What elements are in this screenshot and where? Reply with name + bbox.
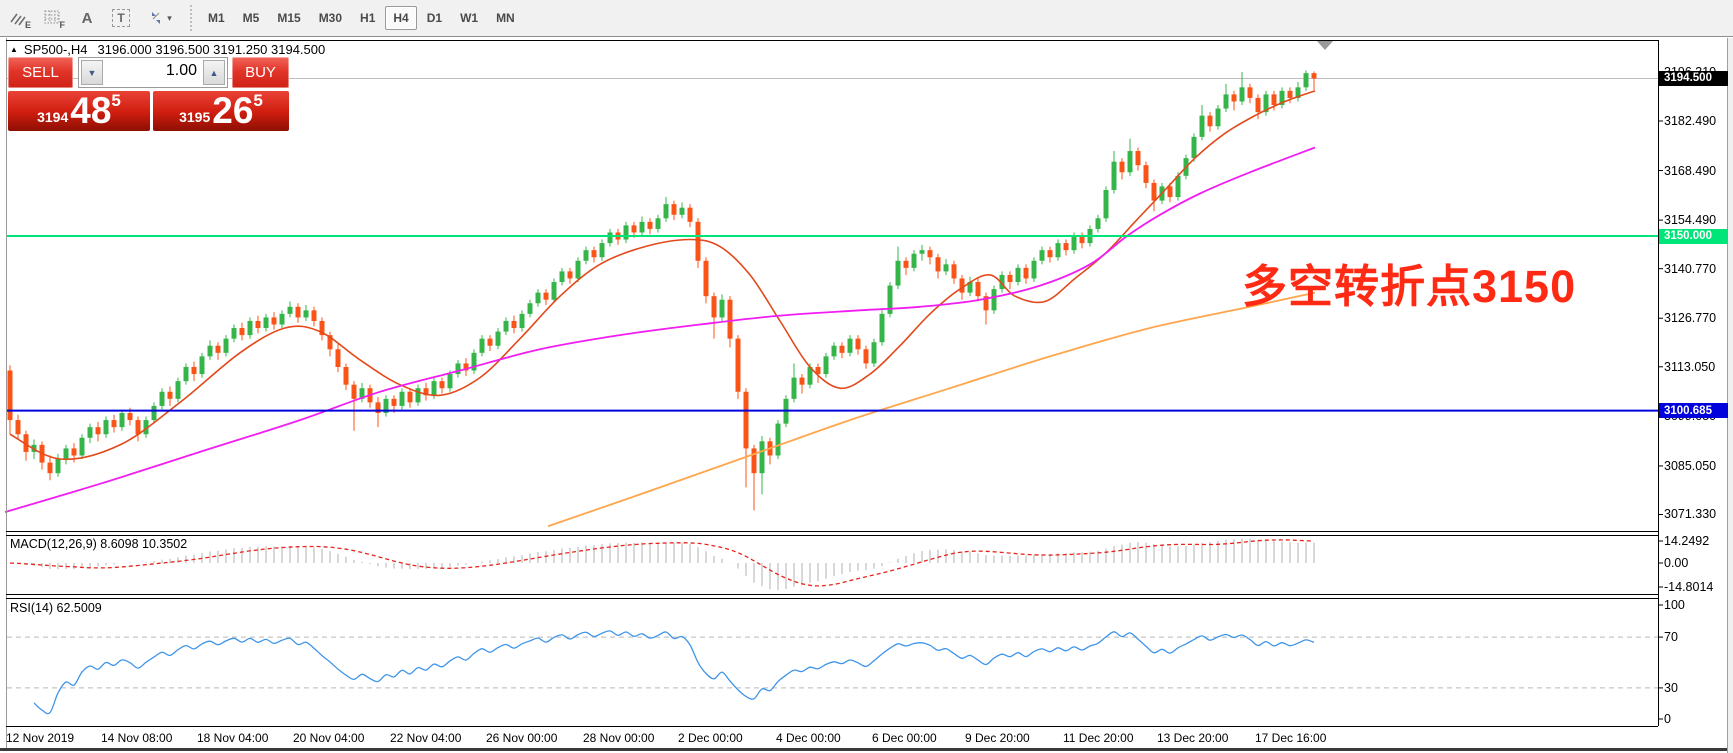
ma-fast-line xyxy=(10,91,1315,459)
window-left-edge xyxy=(6,38,7,748)
ohlc-values: 3196.000 3196.500 3191.250 3194.500 xyxy=(98,42,326,57)
timeframe-button-h4[interactable]: H4 xyxy=(385,6,416,30)
right-edge-strip xyxy=(1727,38,1733,753)
time-tick-label: 22 Nov 04:00 xyxy=(390,731,461,745)
timeframe-button-mn[interactable]: MN xyxy=(488,6,523,30)
rsi-top-border xyxy=(6,598,1658,599)
volume-input[interactable] xyxy=(107,62,197,80)
time-tick-label: 26 Nov 00:00 xyxy=(486,731,557,745)
caret-up-icon: ▲ xyxy=(210,68,219,78)
ask-pipette: 5 xyxy=(253,91,262,111)
price-tick-label: 3085.050 xyxy=(1664,459,1716,473)
time-tick-label: 14 Nov 08:00 xyxy=(101,731,172,745)
auto-arrange-icon[interactable]: ▾ xyxy=(140,5,180,31)
time-tick-label: 2 Dec 00:00 xyxy=(678,731,743,745)
timeframe-button-m15[interactable]: M15 xyxy=(269,6,308,30)
toolbar: E F A T ▾ M1M5M15M30H1H4D1W1MN xyxy=(0,0,1733,37)
price-tick-label: 3071.330 xyxy=(1664,507,1716,521)
rsi-axis-label: 30 xyxy=(1664,681,1678,695)
volume-decrease-button[interactable]: ▼ xyxy=(81,60,103,85)
macd-rsi-separator[interactable] xyxy=(6,594,1658,595)
timeframe-button-w1[interactable]: W1 xyxy=(452,6,486,30)
grid-periods-icon[interactable]: F xyxy=(38,5,68,31)
icon-subscript: E xyxy=(25,20,31,30)
bid-pips: 48 xyxy=(70,93,111,129)
price-tick-label: 3182.490 xyxy=(1664,114,1716,128)
time-tick-label: 17 Dec 16:00 xyxy=(1255,731,1326,745)
timeframe-button-m1[interactable]: M1 xyxy=(200,6,233,30)
volume-increase-button[interactable]: ▲ xyxy=(203,60,225,85)
chart-title: ▲ SP500-,H4 3196.000 3196.500 3191.250 3… xyxy=(10,42,325,57)
timeframe-button-h1[interactable]: H1 xyxy=(352,6,383,30)
price-tick-label: 3168.490 xyxy=(1664,164,1716,178)
toolbar-separator xyxy=(190,5,192,31)
macd-axis-label: 14.2492 xyxy=(1664,534,1709,548)
price-tick-label: 3140.770 xyxy=(1664,262,1716,276)
macd-top-border xyxy=(6,535,1658,536)
time-tick-label: 18 Nov 04:00 xyxy=(197,731,268,745)
macd-axis-label: 0.00 xyxy=(1664,556,1688,570)
rsi-bottom-border xyxy=(6,726,1658,727)
swap-arrows-glyph xyxy=(148,10,164,26)
chevron-down-icon: ▾ xyxy=(167,13,172,24)
plot-right-border xyxy=(1658,40,1659,726)
current-price-badge: 3194.500 xyxy=(1659,71,1728,86)
caret-down-icon: ▼ xyxy=(88,68,97,78)
macd-axis-label: -14.8014 xyxy=(1664,580,1713,594)
trading-terminal-window: E F A T ▾ M1M5M15M30H1H4D1W1MN xyxy=(0,0,1733,753)
resistance-line-badge: 3150.000 xyxy=(1659,229,1728,244)
ask-big-figure: 3195 xyxy=(179,109,210,125)
macd-indicator-label: MACD(12,26,9) 8.6098 10.3502 xyxy=(10,537,187,551)
symbol-timeframe: SP500-,H4 xyxy=(24,42,88,57)
bid-pipette: 5 xyxy=(111,91,120,111)
support-line-badge: 3100.685 xyxy=(1659,403,1728,418)
rsi-indicator-label: RSI(14) 62.5009 xyxy=(10,601,102,615)
symbol-triangle-icon: ▲ xyxy=(10,45,18,54)
rsi-axis-label: 0 xyxy=(1664,712,1671,726)
rsi-line xyxy=(34,631,1314,714)
macd-signal-line xyxy=(10,540,1314,586)
ma-mid-line xyxy=(5,148,1315,513)
rsi-axis-label: 100 xyxy=(1664,598,1685,612)
time-tick-label: 12 Nov 2019 xyxy=(6,731,74,745)
time-tick-label: 28 Nov 00:00 xyxy=(583,731,654,745)
ask-pips: 26 xyxy=(212,93,253,129)
time-tick-label: 4 Dec 00:00 xyxy=(776,731,841,745)
window-bottom-edge xyxy=(0,748,1733,751)
icon-subscript: F xyxy=(60,20,66,30)
time-tick-label: 11 Dec 20:00 xyxy=(1063,731,1134,745)
chart-shift-marker-icon[interactable] xyxy=(1317,41,1333,50)
sell-button[interactable]: SELL xyxy=(8,57,73,88)
indicators-icon[interactable]: E xyxy=(4,5,34,31)
rsi-axis-label: 70 xyxy=(1664,630,1678,644)
chart-top-border xyxy=(6,40,1658,41)
volume-spinner: ▼ ▲ xyxy=(78,57,228,88)
timeframe-button-m30[interactable]: M30 xyxy=(311,6,350,30)
buy-button[interactable]: BUY xyxy=(232,57,289,88)
time-tick-label: 13 Dec 20:00 xyxy=(1157,731,1228,745)
time-tick-label: 20 Nov 04:00 xyxy=(293,731,364,745)
time-tick-label: 9 Dec 20:00 xyxy=(965,731,1030,745)
timeframe-bar: M1M5M15M30H1H4D1W1MN xyxy=(200,6,525,30)
price-tick-label: 3126.770 xyxy=(1664,311,1716,325)
chart-text-annotation: 多空转折点3150 xyxy=(1242,250,1576,315)
ask-price-tile[interactable]: 3195 26 5 xyxy=(153,91,289,131)
bid-price-tile[interactable]: 3194 48 5 xyxy=(8,91,150,131)
timeframe-button-d1[interactable]: D1 xyxy=(419,6,450,30)
ma-slow-line xyxy=(548,293,1315,527)
main-macd-separator[interactable] xyxy=(6,531,1658,532)
timeframe-button-m5[interactable]: M5 xyxy=(235,6,268,30)
text-annotation-icon[interactable]: A xyxy=(72,5,102,31)
one-click-trade-panel: SELL ▼ ▲ BUY 3194 48 5 3195 26 5 xyxy=(8,57,289,131)
time-tick-label: 6 Dec 00:00 xyxy=(872,731,937,745)
text-box-icon[interactable]: T xyxy=(106,5,136,31)
bid-big-figure: 3194 xyxy=(37,109,68,125)
price-tick-label: 3113.050 xyxy=(1664,360,1715,374)
price-tick-label: 3154.490 xyxy=(1664,213,1716,227)
